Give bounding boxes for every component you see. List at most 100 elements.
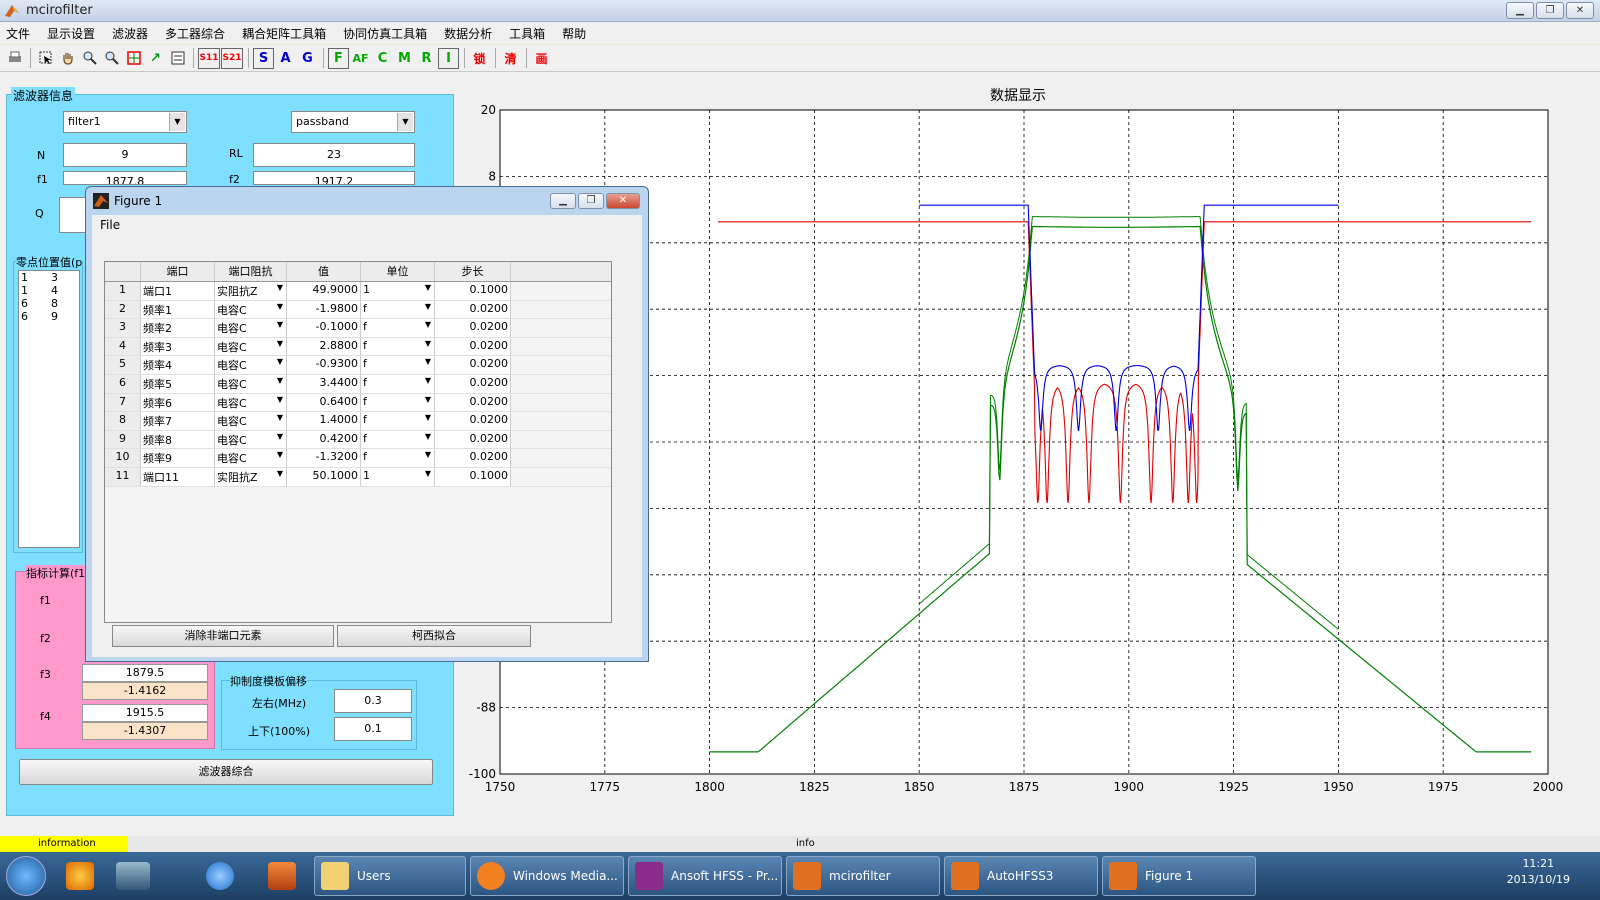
table-row[interactable]: 4 频率3 电容C ▼ 2.8800 f ▼ 0.0200 [105,337,611,357]
cauchy-fit-button[interactable]: 柯西拟合 [337,625,531,647]
impedance-cell[interactable]: 实阻抗Z ▼ [215,282,287,300]
figure1-minimize-button[interactable]: ▁ [550,193,576,209]
filter-synthesis-button[interactable]: 滤波器综合 [19,759,433,785]
start-button[interactable] [6,856,46,896]
value-cell[interactable]: -0.1000 [287,319,361,337]
port-cell[interactable]: 频率3 [141,337,215,356]
f2-field[interactable]: 1917.2 [253,171,415,185]
table-row[interactable]: 2 频率1 电容C ▼ -1.9800 f ▼ 0.0200 [105,300,611,320]
unit-cell[interactable]: 1 ▼ [361,282,435,300]
step-cell[interactable]: 0.0200 [435,449,511,467]
port-cell[interactable]: 频率2 [141,319,215,337]
close-button[interactable]: ✕ [1566,2,1594,19]
port-cell[interactable]: 端口1 [141,282,215,300]
step-cell[interactable]: 0.1000 [435,282,511,300]
unit-cell[interactable]: f ▼ [361,393,435,412]
unit-cell[interactable]: f ▼ [361,337,435,356]
filter-select[interactable]: filter1 ▼ [63,111,187,133]
figure1-close-button[interactable]: ✕ [606,193,640,209]
unit-cell[interactable]: f ▼ [361,300,435,319]
unit-cell[interactable]: f ▼ [361,319,435,337]
menu-coupling-matrix[interactable]: 耦合矩阵工具箱 [242,25,326,42]
minimize-button[interactable]: ▁ [1506,2,1534,19]
table-row[interactable]: 1 端口1 实阻抗Z ▼ 49.9000 1 ▼ 0.1000 [105,282,611,301]
table-row[interactable]: 6 频率5 电容C ▼ 3.4400 f ▼ 0.0200 [105,374,611,394]
rl-field[interactable]: 23 [253,143,415,167]
zoom-in-icon[interactable] [79,48,100,69]
impedance-cell[interactable]: 电容C ▼ [215,374,287,393]
table-row[interactable]: 7 频率6 电容C ▼ 0.6400 f ▼ 0.0200 [105,393,611,413]
value-cell[interactable]: 50.1000 [287,467,361,486]
menu-toolbox[interactable]: 工具箱 [509,25,545,42]
draw-button[interactable]: 画 [531,48,552,69]
step-cell[interactable]: 0.0200 [435,356,511,374]
table-row[interactable]: 3 频率2 电容C ▼ -0.1000 f ▼ 0.0200 [105,319,611,338]
step-cell[interactable]: 0.0200 [435,393,511,412]
impedance-cell[interactable]: 电容C ▼ [215,300,287,319]
value-cell[interactable]: 0.6400 [287,393,361,412]
f1-field[interactable]: 1877.8 [63,171,187,185]
port-cell[interactable]: 端口11 [141,467,215,486]
task-windows-media[interactable]: Windows Media... [470,856,624,896]
s21-button[interactable]: S21 [221,47,243,69]
step-cell[interactable]: 0.0200 [435,337,511,356]
ud-field[interactable]: 0.1 [334,717,412,741]
value-cell[interactable]: 3.4400 [287,374,361,393]
figure1-menu-file[interactable]: File [100,218,120,232]
menu-file[interactable]: 文件 [6,25,30,42]
task-users[interactable]: Users [314,856,466,896]
value-cell[interactable]: 49.9000 [287,282,361,300]
lr-field[interactable]: 0.3 [334,689,412,713]
value-cell[interactable]: -1.3200 [287,449,361,467]
legend-icon[interactable] [167,48,188,69]
unit-cell[interactable]: f ▼ [361,430,435,449]
table-row[interactable]: 8 频率7 电容C ▼ 1.4000 f ▼ 0.0200 [105,412,611,431]
clear-non-port-button[interactable]: 消除非端口元素 [112,625,334,647]
menu-help[interactable]: 帮助 [562,25,586,42]
port-cell[interactable]: 频率4 [141,356,215,374]
impedance-cell[interactable]: 电容C ▼ [215,412,287,430]
g-button[interactable]: G [297,48,318,69]
step-cell[interactable]: 0.0200 [435,430,511,449]
task-autohfss3[interactable]: AutoHFSS3 [944,856,1098,896]
port-cell[interactable]: 频率9 [141,449,215,467]
value-cell[interactable]: -1.9800 [287,300,361,319]
port-table[interactable]: 端口 端口阻抗 值 单位 步长 1 端口1 实阻抗Z ▼ 49.9000 1 ▼ 0.1000… [104,261,612,623]
table-row[interactable]: 11 端口11 实阻抗Z ▼ 50.1000 1 ▼ 0.1000 [105,467,611,487]
menu-filter[interactable]: 滤波器 [112,25,148,42]
impedance-cell[interactable]: 电容C ▼ [215,449,287,467]
restore-button[interactable]: ❐ [1536,2,1564,19]
step-cell[interactable]: 0.0200 [435,300,511,319]
r-button[interactable]: R [416,48,437,69]
s-button[interactable]: S [253,47,274,69]
q-field[interactable] [59,197,87,233]
step-cell[interactable]: 0.0200 [435,319,511,337]
unit-cell[interactable]: f ▼ [361,374,435,393]
clock[interactable]: 11:21 2013/10/19 [1507,856,1570,888]
unit-cell[interactable]: f ▼ [361,356,435,374]
step-cell[interactable]: 0.1000 [435,467,511,486]
menu-data-analysis[interactable]: 数据分析 [444,25,492,42]
table-row[interactable]: 10 频率9 电容C ▼ -1.3200 f ▼ 0.0200 [105,449,611,468]
desktop-icon[interactable] [116,862,150,890]
unit-cell[interactable]: 1 ▼ [361,467,435,486]
port-cell[interactable]: 频率6 [141,393,215,412]
unit-cell[interactable]: f ▼ [361,412,435,430]
i-button[interactable]: I [438,47,459,69]
data-cursor-icon[interactable] [123,48,144,69]
value-cell[interactable]: 2.8800 [287,337,361,356]
task-figure1[interactable]: Figure 1 [1102,856,1256,896]
arrow-icon[interactable]: ↗ [145,48,166,69]
impedance-cell[interactable]: 电容C ▼ [215,393,287,412]
menu-cosim[interactable]: 协同仿真工具箱 [343,25,427,42]
ie-icon[interactable] [206,862,234,890]
port-cell[interactable]: 频率1 [141,300,215,319]
af-button[interactable]: AF [350,48,371,69]
c-button[interactable]: C [372,48,393,69]
menu-display-settings[interactable]: 显示设置 [47,25,95,42]
paint-icon[interactable] [66,862,94,890]
step-cell[interactable]: 0.0200 [435,412,511,430]
f-button[interactable]: F [328,47,349,69]
menu-multiplexer[interactable]: 多工器综合 [165,25,225,42]
print-icon[interactable] [4,48,25,69]
